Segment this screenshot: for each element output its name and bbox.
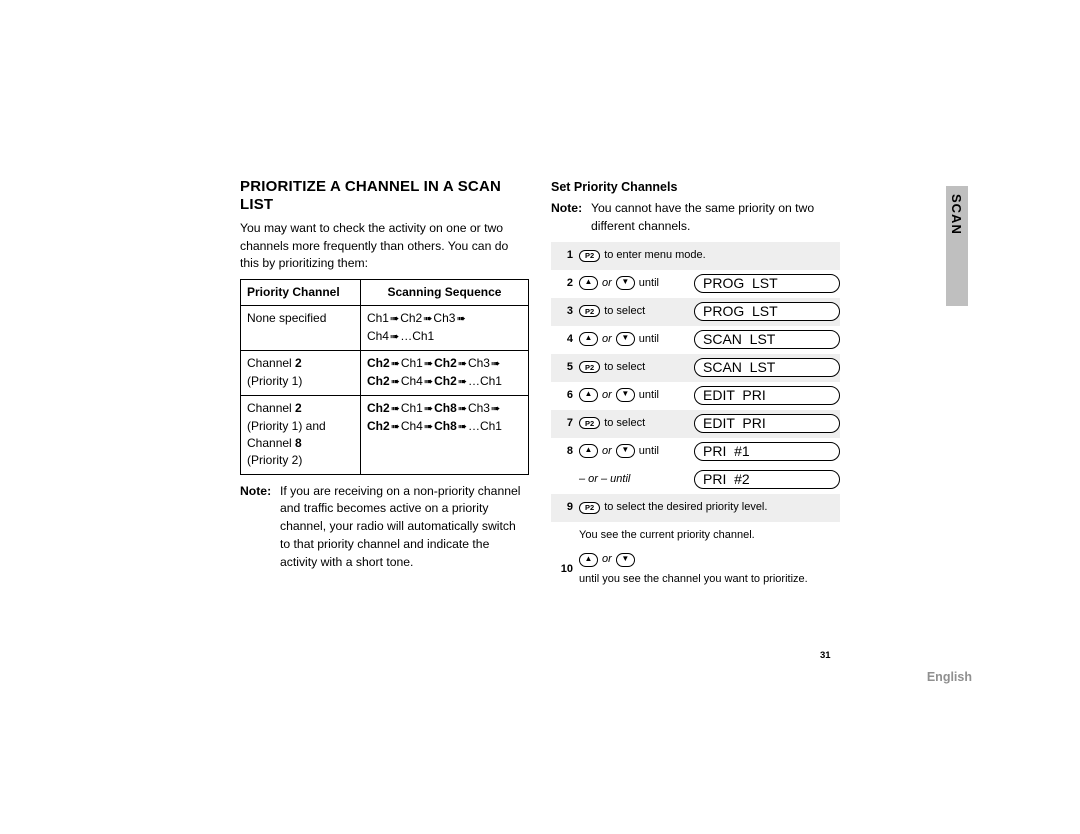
- step-number: 10: [551, 562, 579, 578]
- sub-title: Set Priority Channels: [551, 178, 840, 196]
- up-arrow-icon: [579, 388, 598, 402]
- up-arrow-icon: [579, 553, 598, 567]
- note-text: If you are receiving on a non-priority c…: [280, 483, 529, 571]
- p2-button-icon: P2: [579, 305, 600, 317]
- step-row: 10 or until you see the channel you want…: [551, 549, 840, 591]
- step-row: 6 or until EDIT PRI: [551, 382, 840, 410]
- lcd-display: EDIT PRI: [694, 386, 840, 405]
- step-row: 1 P2 to enter menu mode.: [551, 242, 840, 270]
- step-text: until: [639, 388, 659, 404]
- lcd-display: EDIT PRI: [694, 414, 840, 433]
- or-text: or: [602, 552, 612, 568]
- table-header: Scanning Sequence: [360, 280, 528, 306]
- step-row: 4 or until SCAN LST: [551, 326, 840, 354]
- or-text: or: [602, 276, 612, 292]
- lcd-display: PRI #2: [694, 470, 840, 489]
- note-block: Note: If you are receiving on a non-prio…: [240, 483, 529, 571]
- lcd-display: PROG LST: [694, 274, 840, 293]
- table-cell: Ch1Ch2Ch3 Ch4…Ch1: [360, 306, 528, 351]
- sidebar-section-tab: SCAN: [946, 186, 968, 306]
- or-dash-text: – or – until: [579, 472, 630, 488]
- down-arrow-icon: [616, 553, 635, 567]
- down-arrow-icon: [616, 276, 635, 290]
- language-label: English: [927, 670, 972, 684]
- step-number: 8: [551, 444, 579, 460]
- down-arrow-icon: [616, 332, 635, 346]
- step-number: 6: [551, 388, 579, 404]
- lcd-display: PRI #1: [694, 442, 840, 461]
- right-column: Set Priority Channels Note: You cannot h…: [551, 178, 840, 591]
- step-text: to select: [604, 360, 645, 376]
- table-row: Channel 2(Priority 1) Ch2Ch1Ch2Ch3 Ch2Ch…: [241, 351, 529, 396]
- p2-button-icon: P2: [579, 250, 600, 262]
- down-arrow-icon: [616, 444, 635, 458]
- down-arrow-icon: [616, 388, 635, 402]
- table-row: Channel 2(Priority 1) andChannel 8(Prior…: [241, 396, 529, 475]
- step-row: 5 P2 to select SCAN LST: [551, 354, 840, 382]
- page-title: PRIORITIZE A CHANNEL IN A SCAN LIST: [240, 178, 529, 214]
- step-number: 7: [551, 416, 579, 432]
- table-cell: Ch2Ch1Ch2Ch3 Ch2Ch4Ch2…Ch1: [360, 351, 528, 396]
- step-number: 3: [551, 304, 579, 320]
- or-text: or: [602, 332, 612, 348]
- step-row: 3 P2 to select PROG LST: [551, 298, 840, 326]
- table-header: Priority Channel: [241, 280, 361, 306]
- lcd-display: SCAN LST: [694, 330, 840, 349]
- step-row: 9 P2 to select the desired priority leve…: [551, 494, 840, 522]
- step-text: until: [639, 444, 659, 460]
- page-content: PRIORITIZE A CHANNEL IN A SCAN LIST You …: [240, 178, 840, 591]
- table-header-row: Priority Channel Scanning Sequence: [241, 280, 529, 306]
- p2-button-icon: P2: [579, 417, 600, 429]
- step-number: 1: [551, 248, 579, 264]
- step-row: – or – until PRI #2: [551, 466, 840, 494]
- left-column: PRIORITIZE A CHANNEL IN A SCAN LIST You …: [240, 178, 529, 591]
- table-cell: Channel 2(Priority 1): [241, 351, 361, 396]
- p2-button-icon: P2: [579, 361, 600, 373]
- note-text: You cannot have the same priority on two…: [591, 200, 840, 235]
- priority-table: Priority Channel Scanning Sequence None …: [240, 279, 529, 475]
- or-text: or: [602, 388, 612, 404]
- step-text: to enter menu mode.: [604, 248, 706, 264]
- note-label: Note:: [551, 200, 591, 235]
- step-text: to select: [604, 416, 645, 432]
- note-block: Note: You cannot have the same priority …: [551, 200, 840, 235]
- step-text: until: [639, 332, 659, 348]
- table-cell: None specified: [241, 306, 361, 351]
- step-row: 7 P2 to select EDIT PRI: [551, 410, 840, 438]
- lcd-display: PROG LST: [694, 302, 840, 321]
- up-arrow-icon: [579, 276, 598, 290]
- or-text: or: [602, 444, 612, 460]
- step-number: 9: [551, 500, 579, 516]
- info-text: You see the current priority channel.: [551, 528, 840, 544]
- p2-button-icon: P2: [579, 502, 600, 514]
- up-arrow-icon: [579, 444, 598, 458]
- sidebar-label: SCAN: [949, 194, 964, 235]
- intro-paragraph: You may want to check the activity on on…: [240, 220, 529, 273]
- step-row: 2 or until PROG LST: [551, 270, 840, 298]
- step-text: to select the desired priority level.: [604, 500, 767, 516]
- step-number: 2: [551, 276, 579, 292]
- up-arrow-icon: [579, 332, 598, 346]
- table-cell: Ch2Ch1Ch8Ch3 Ch2Ch4Ch8…Ch1: [360, 396, 528, 475]
- note-label: Note:: [240, 483, 280, 571]
- lcd-display: SCAN LST: [694, 358, 840, 377]
- steps-list: 1 P2 to enter menu mode. 2 or until PROG…: [551, 242, 840, 592]
- page-number: 31: [820, 650, 831, 661]
- step-number: 4: [551, 332, 579, 348]
- step-text: to select: [604, 304, 645, 320]
- step-text: until you see the channel you want to pr…: [579, 572, 808, 588]
- step-row: 8 or until PRI #1: [551, 438, 840, 466]
- step-number: 5: [551, 360, 579, 376]
- table-cell: Channel 2(Priority 1) andChannel 8(Prior…: [241, 396, 361, 475]
- step-text: until: [639, 276, 659, 292]
- table-row: None specified Ch1Ch2Ch3 Ch4…Ch1: [241, 306, 529, 351]
